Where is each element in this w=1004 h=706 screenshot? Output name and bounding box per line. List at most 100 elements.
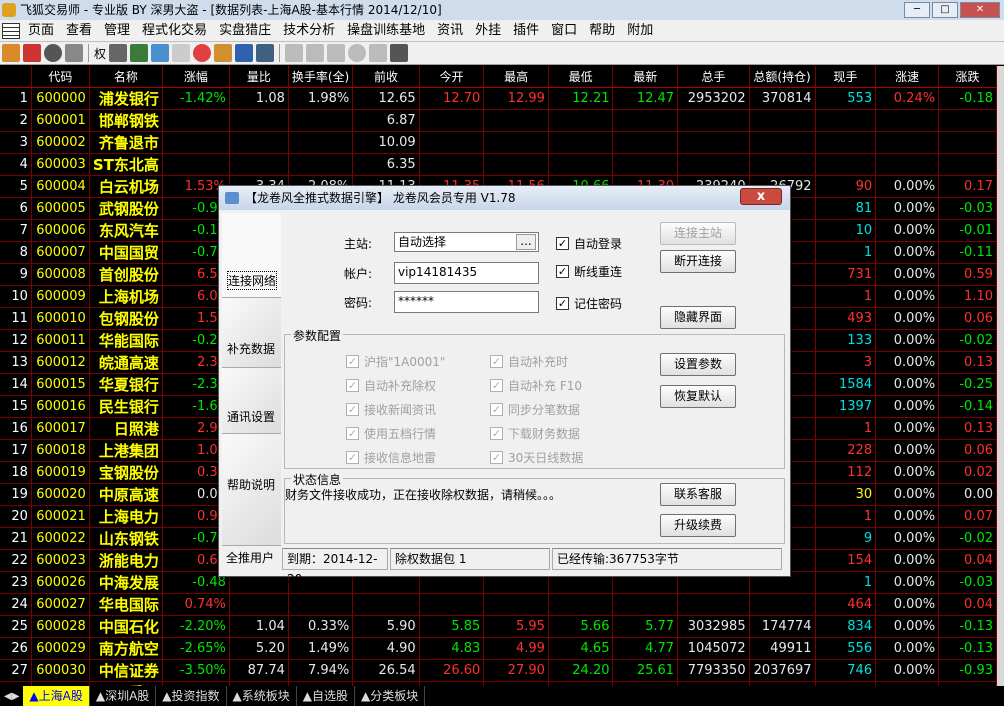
- connect-server-button[interactable]: 连接主站: [660, 222, 736, 245]
- menu-live-hunt[interactable]: 实盘猎庄: [213, 20, 277, 42]
- column-header[interactable]: 总额(持仓): [749, 66, 816, 88]
- table-row[interactable]: 27 600030 中信证券 -3.50% 87.74 7.94% 26.54 26.60 27…: [0, 659, 997, 682]
- param-tick-sync-checkbox[interactable]: ✓ 同步分笔数据: [490, 401, 580, 418]
- column-header[interactable]: 量比: [229, 66, 289, 88]
- menu-addons[interactable]: 外挂: [469, 20, 507, 42]
- line-tool-icon[interactable]: [306, 44, 325, 62]
- column-header[interactable]: 前收: [352, 66, 420, 88]
- table-cell: 20: [0, 505, 32, 528]
- tab-system-sectors[interactable]: ▲系统板块: [227, 686, 297, 706]
- table-row[interactable]: 24 600027 华电国际 0.74% 464 0.00% 0.04: [0, 593, 997, 616]
- rect-tool-icon[interactable]: [327, 44, 346, 62]
- table-row[interactable]: 3 600002 齐鲁退市 10.09: [0, 131, 997, 154]
- period-label[interactable]: 权: [94, 45, 106, 62]
- param-info-mine-checkbox[interactable]: ✓ 接收信息地雷: [346, 449, 436, 466]
- upgrade-renew-button[interactable]: 升级续费: [660, 514, 736, 537]
- table-row[interactable]: 26 600029 南方航空 -2.65% 5.20 1.49% 4.90 4.83 4.99 4…: [0, 637, 997, 660]
- param-finance-checkbox[interactable]: ✓ 下载财务数据: [490, 425, 580, 442]
- grid-menu-icon[interactable]: [2, 22, 20, 39]
- password-input[interactable]: ******: [394, 291, 539, 313]
- menu-help[interactable]: 帮助: [583, 20, 621, 42]
- table-cell: 0.04: [938, 593, 997, 616]
- tab-shanghai-a[interactable]: ▲上海A股: [23, 686, 90, 706]
- param-auto-exright-checkbox[interactable]: ✓ 自动补充除权: [346, 377, 436, 394]
- maximize-button[interactable]: □: [932, 2, 958, 18]
- save-icon[interactable]: [390, 44, 409, 62]
- column-header[interactable]: 最新: [612, 66, 679, 88]
- server-browse-button[interactable]: ...: [516, 234, 536, 250]
- param-sh-index-checkbox[interactable]: ✓ 沪指"1A0001": [346, 353, 445, 370]
- column-header[interactable]: 换手率(全): [288, 66, 354, 88]
- table-icon[interactable]: [151, 44, 170, 62]
- column-header[interactable]: 最高: [483, 66, 549, 88]
- menu-view[interactable]: 查看: [60, 20, 98, 42]
- menu-training[interactable]: 操盘训练基地: [341, 20, 431, 42]
- vertical-scrollbar[interactable]: [997, 66, 1004, 686]
- menu-extra[interactable]: 附加: [621, 20, 659, 42]
- open-icon[interactable]: [2, 44, 20, 62]
- param-auto-f10-checkbox[interactable]: ✓ 自动补充 F10: [490, 377, 582, 394]
- link-icon[interactable]: [65, 44, 83, 62]
- account-input[interactable]: vip14181435: [394, 262, 539, 284]
- column-header[interactable]: 涨跌: [938, 66, 997, 88]
- table-cell: [548, 593, 614, 616]
- param-auto-supplement-checkbox[interactable]: ✓ 自动补充时: [490, 353, 568, 370]
- f10-icon[interactable]: [130, 44, 149, 62]
- rss-icon[interactable]: [23, 44, 41, 62]
- menu-news[interactable]: 资讯: [431, 20, 469, 42]
- tab-nav-arrows[interactable]: ◀▶: [0, 691, 23, 702]
- grid-icon[interactable]: [256, 44, 275, 62]
- menu-window[interactable]: 窗口: [545, 20, 583, 42]
- app-icon: [2, 3, 16, 17]
- glasses-icon[interactable]: [109, 44, 128, 62]
- layout-icon[interactable]: [235, 44, 254, 62]
- menu-plugins[interactable]: 插件: [507, 20, 545, 42]
- alarm-icon[interactable]: [193, 44, 212, 62]
- reconnect-checkbox[interactable]: ✓ 断线重连: [556, 263, 622, 280]
- table-row[interactable]: 1 600000 浦发银行 -1.42% 1.08 1.98% 12.65 12.70 12.9…: [0, 87, 997, 110]
- menu-technical-analysis[interactable]: 技术分析: [277, 20, 341, 42]
- remember-password-checkbox[interactable]: ✓ 记住密码: [556, 295, 622, 312]
- table-row[interactable]: 25 600028 中国石化 -2.20% 1.04 0.33% 5.90 5.85 5.95 5…: [0, 615, 997, 638]
- param-level5-checkbox[interactable]: ✓ 使用五档行情: [346, 425, 436, 442]
- restore-default-button[interactable]: 恢复默认: [660, 385, 736, 408]
- set-params-button[interactable]: 设置参数: [660, 353, 736, 376]
- hide-ui-button[interactable]: 隐藏界面: [660, 306, 736, 329]
- ellipse-tool-icon[interactable]: [348, 44, 367, 62]
- column-header[interactable]: 今开: [419, 66, 485, 88]
- column-header[interactable]: 代码: [31, 66, 90, 88]
- menu-page[interactable]: 页面: [22, 20, 60, 42]
- eraser-icon[interactable]: [369, 44, 388, 62]
- table-cell: 6.87: [352, 109, 420, 132]
- tab-category-sectors[interactable]: ▲分类板块: [355, 686, 426, 706]
- menu-program-trading[interactable]: 程式化交易: [136, 20, 213, 42]
- zoom-icon[interactable]: [172, 44, 191, 62]
- tab-watchlist[interactable]: ▲自选股: [297, 686, 356, 706]
- param-30day-checkbox[interactable]: ✓ 30天日线数据: [490, 449, 583, 466]
- tab-index[interactable]: ▲投资指数: [156, 686, 227, 706]
- column-header[interactable]: [0, 66, 32, 88]
- cursor-icon[interactable]: [285, 44, 304, 62]
- column-header[interactable]: 名称: [89, 66, 163, 88]
- tab-shenzhen-a[interactable]: ▲深圳A股: [90, 686, 157, 706]
- column-header[interactable]: 最低: [548, 66, 614, 88]
- close-window-button[interactable]: ✕: [960, 2, 1000, 18]
- server-select[interactable]: 自动选择 ...: [394, 232, 539, 252]
- brush-icon[interactable]: [214, 44, 233, 62]
- column-header[interactable]: 涨幅: [162, 66, 230, 88]
- menu-manage[interactable]: 管理: [98, 20, 136, 42]
- table-row[interactable]: 2 600001 邯郸钢铁 6.87: [0, 109, 997, 132]
- column-header[interactable]: 现手: [815, 66, 877, 88]
- disconnect-button[interactable]: 断开连接: [660, 250, 736, 273]
- dialog-close-button[interactable]: x: [740, 188, 782, 205]
- auto-login-checkbox[interactable]: ✓ 自动登录: [556, 235, 622, 252]
- minimize-button[interactable]: ─: [904, 2, 930, 18]
- column-header[interactable]: 涨速: [875, 66, 940, 88]
- table-row[interactable]: 4 600003 ST东北高 6.35: [0, 153, 997, 176]
- contact-support-button[interactable]: 联系客服: [660, 483, 736, 506]
- table-cell: [229, 593, 289, 616]
- param-news-checkbox[interactable]: ✓ 接收新闻资讯: [346, 401, 436, 418]
- table-cell: -0.13: [938, 615, 997, 638]
- crosshair-icon[interactable]: [44, 44, 62, 62]
- column-header[interactable]: 总手: [677, 66, 750, 88]
